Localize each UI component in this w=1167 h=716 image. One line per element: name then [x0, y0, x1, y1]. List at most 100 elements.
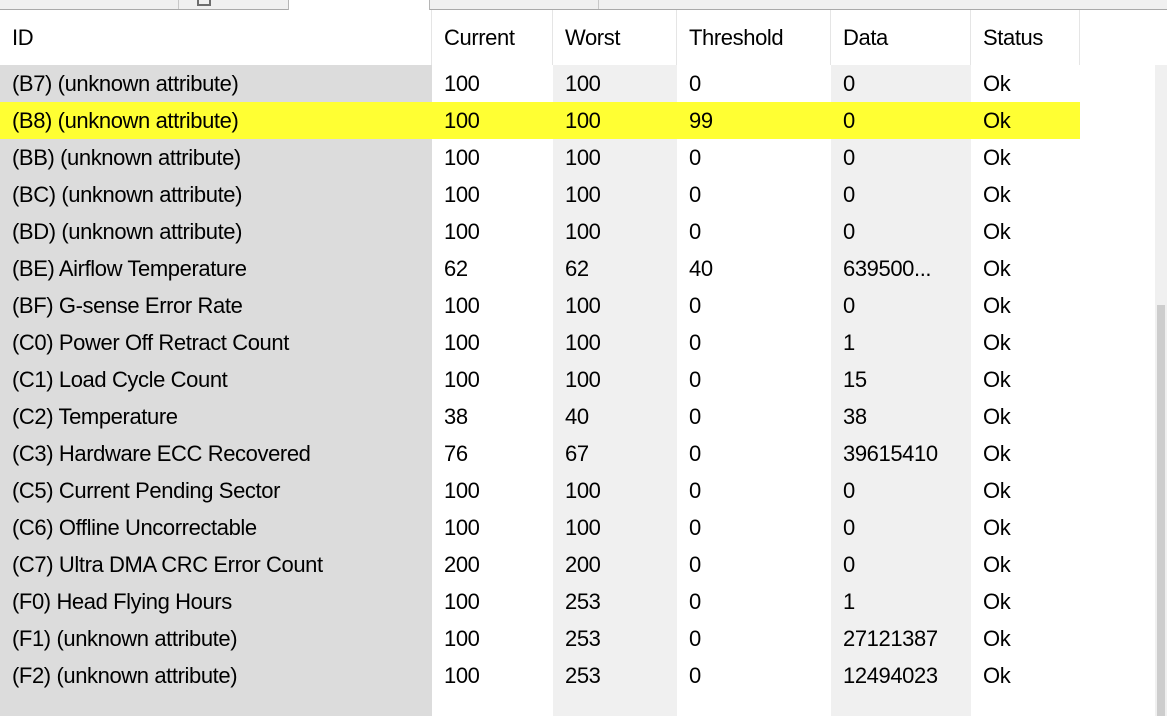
cell-current: 100	[444, 589, 480, 614]
cell-data: 0	[843, 478, 855, 503]
cell-id: (B7) (unknown attribute)	[12, 71, 239, 96]
cell-worst: 100	[565, 182, 601, 207]
cell-status: Ok	[983, 626, 1011, 651]
cell-worst: 253	[565, 663, 601, 688]
cell-status: Ok	[983, 145, 1011, 170]
attributes-list-view[interactable]: ID Current Worst Threshold Data Status (…	[0, 10, 1167, 716]
cell-current: 200	[444, 552, 480, 577]
table-row[interactable]: (C2) Temperature 38 40 0 38 Ok	[0, 398, 1080, 435]
table-row[interactable]: (F0) Head Flying Hours 100 253 0 1 Ok	[0, 583, 1080, 620]
cell-worst: 40	[565, 404, 589, 429]
cell-data: 27121387	[843, 626, 938, 651]
cell-worst: 100	[565, 219, 601, 244]
cell-data: 38	[843, 404, 867, 429]
cell-data: 0	[843, 552, 855, 577]
tab-icon	[197, 0, 211, 6]
cell-threshold: 0	[689, 589, 701, 614]
cell-worst: 100	[565, 367, 601, 392]
column-header-current[interactable]: Current	[432, 10, 553, 65]
cell-threshold: 0	[689, 145, 701, 170]
cell-id: (F0) Head Flying Hours	[12, 589, 232, 614]
cell-worst: 100	[565, 145, 601, 170]
cell-status: Ok	[983, 589, 1011, 614]
cell-data: 0	[843, 293, 855, 318]
cell-threshold: 0	[689, 626, 701, 651]
cell-current: 100	[444, 515, 480, 540]
table-row[interactable]: (BE) Airflow Temperature 62 62 40 639500... O…	[0, 250, 1080, 287]
column-header-status[interactable]: Status	[971, 10, 1080, 65]
cell-data: 0	[843, 108, 855, 133]
table-row[interactable]: (C3) Hardware ECC Recovered 76 67 0 39615410…	[0, 435, 1080, 472]
column-header-data[interactable]: Data	[831, 10, 971, 65]
cell-worst: 100	[565, 330, 601, 355]
cell-id: (C3) Hardware ECC Recovered	[12, 441, 311, 466]
cell-data: 639500...	[843, 256, 932, 281]
cell-worst: 253	[565, 626, 601, 651]
cell-current: 38	[444, 404, 468, 429]
scrollbar-thumb[interactable]	[1157, 305, 1165, 716]
cell-threshold: 40	[689, 256, 713, 281]
cell-status: Ok	[983, 367, 1011, 392]
cell-threshold: 0	[689, 71, 701, 96]
cell-status: Ok	[983, 256, 1011, 281]
cell-threshold: 0	[689, 478, 701, 503]
cell-current: 76	[444, 441, 468, 466]
tab-strip	[0, 0, 1167, 10]
cell-data: 15	[843, 367, 867, 392]
table-row[interactable]: (F2) (unknown attribute) 100 253 0 12494023 O…	[0, 657, 1080, 694]
table-row[interactable]: (B7) (unknown attribute) 100 100 0 0 Ok	[0, 65, 1080, 102]
cell-current: 100	[444, 293, 480, 318]
cell-status: Ok	[983, 71, 1011, 96]
table-row[interactable]: (C7) Ultra DMA CRC Error Count 200 200 0 0 Ok	[0, 546, 1080, 583]
table-row-selected[interactable]: (B8) (unknown attribute) 100 100 99 0 Ok	[0, 102, 1080, 139]
column-header-threshold[interactable]: Threshold	[677, 10, 831, 65]
cell-id: (BE) Airflow Temperature	[12, 256, 247, 281]
cell-data: 39615410	[843, 441, 938, 466]
cell-id: (F1) (unknown attribute)	[12, 626, 238, 651]
cell-current: 100	[444, 663, 480, 688]
cell-status: Ok	[983, 552, 1011, 577]
cell-current: 100	[444, 367, 480, 392]
table-row[interactable]: (C5) Current Pending Sector 100 100 0 0 Ok	[0, 472, 1080, 509]
cell-current: 100	[444, 71, 480, 96]
tab-active[interactable]	[288, 0, 430, 10]
cell-threshold: 0	[689, 182, 701, 207]
cell-id: (F2) (unknown attribute)	[12, 663, 238, 688]
table-row[interactable]: (F1) (unknown attribute) 100 253 0 27121387 O…	[0, 620, 1080, 657]
cell-status: Ok	[983, 108, 1011, 133]
table-row[interactable]: (BC) (unknown attribute) 100 100 0 0 Ok	[0, 176, 1080, 213]
column-header-id[interactable]: ID	[0, 10, 432, 65]
cell-threshold: 0	[689, 552, 701, 577]
cell-status: Ok	[983, 219, 1011, 244]
cell-id: (C0) Power Off Retract Count	[12, 330, 289, 355]
cell-data: 0	[843, 515, 855, 540]
cell-id: (B8) (unknown attribute)	[12, 108, 239, 133]
cell-data: 1	[843, 589, 855, 614]
table-row[interactable]: (BD) (unknown attribute) 100 100 0 0 Ok	[0, 213, 1080, 250]
table-row[interactable]: (C1) Load Cycle Count 100 100 0 15 Ok	[0, 361, 1080, 398]
column-header-worst[interactable]: Worst	[553, 10, 677, 65]
cell-id: (BF) G-sense Error Rate	[12, 293, 243, 318]
cell-id: (C2) Temperature	[12, 404, 178, 429]
cell-current: 100	[444, 108, 480, 133]
cell-id: (BD) (unknown attribute)	[12, 219, 243, 244]
table-row[interactable]: (C6) Offline Uncorrectable 100 100 0 0 Ok	[0, 509, 1080, 546]
table-row[interactable]: (BF) G-sense Error Rate 100 100 0 0 Ok	[0, 287, 1080, 324]
cell-threshold: 0	[689, 330, 701, 355]
cell-worst: 100	[565, 478, 601, 503]
cell-data: 0	[843, 71, 855, 96]
cell-status: Ok	[983, 293, 1011, 318]
cell-worst: 100	[565, 293, 601, 318]
cell-threshold: 0	[689, 515, 701, 540]
cell-threshold: 0	[689, 663, 701, 688]
cell-current: 100	[444, 626, 480, 651]
cell-worst: 100	[565, 108, 601, 133]
cell-worst: 100	[565, 71, 601, 96]
cell-status: Ok	[983, 663, 1011, 688]
table-row[interactable]: (C0) Power Off Retract Count 100 100 0 1 Ok	[0, 324, 1080, 361]
vertical-scrollbar[interactable]	[1155, 65, 1167, 716]
cell-status: Ok	[983, 330, 1011, 355]
cell-current: 100	[444, 478, 480, 503]
table-row[interactable]: (BB) (unknown attribute) 100 100 0 0 Ok	[0, 139, 1080, 176]
cell-status: Ok	[983, 441, 1011, 466]
